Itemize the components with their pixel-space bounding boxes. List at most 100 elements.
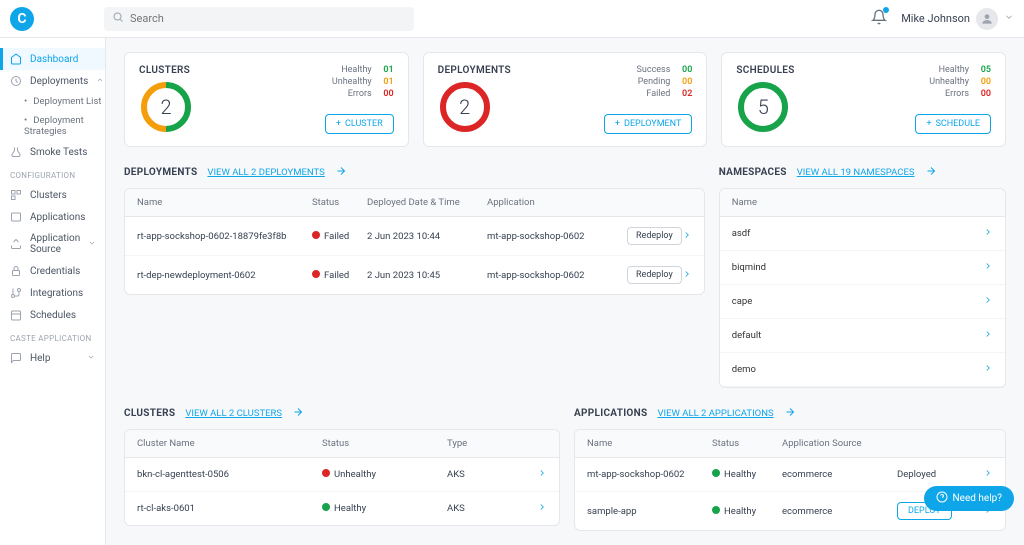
sidebar-item-app-source[interactable]: Application Source: [0, 228, 105, 260]
arrow-right-icon: [925, 165, 937, 180]
chevron-right-icon: [983, 227, 993, 240]
dep-name: rt-dep-newdeployment-0602: [137, 270, 312, 281]
card-title: SCHEDULES: [736, 65, 794, 76]
add-deployment-button[interactable]: +DEPLOYMENT: [604, 114, 692, 134]
sidebar-section-config: CONFIGURATION: [0, 163, 105, 184]
chevron-right-icon: [983, 295, 993, 308]
dep-app: mt-app-sockshop-0602: [487, 231, 627, 242]
plus-icon: +: [926, 119, 931, 129]
view-all-namespaces[interactable]: VIEW ALL 19 NAMESPACES: [797, 167, 915, 178]
apps-icon: [10, 211, 22, 223]
table-row: bkn-cl-agenttest-0506 Unhealthy AKS: [125, 458, 559, 492]
chevron-right-icon: [983, 363, 993, 376]
list-item[interactable]: asdf: [720, 217, 1005, 251]
add-schedule-button[interactable]: +SCHEDULE: [915, 114, 991, 134]
section-title-applications: APPLICATIONS: [574, 408, 647, 419]
sidebar-item-credentials[interactable]: Credentials: [0, 260, 105, 282]
chevron-right-icon: [983, 261, 993, 274]
chevron-right-icon[interactable]: [682, 269, 692, 282]
clusters-table: Cluster Name Status Type bkn-cl-agenttes…: [124, 429, 560, 526]
applications-table: Name Status Application Source mt-app-so…: [574, 429, 1006, 531]
view-all-clusters[interactable]: VIEW ALL 2 CLUSTERS: [185, 408, 282, 419]
arrow-right-icon: [335, 165, 347, 180]
need-help-button[interactable]: Need help?: [924, 486, 1014, 511]
section-title-deployments: DEPLOYMENTS: [124, 167, 197, 178]
sidebar-section-cafe: CASTE APPLICATION: [0, 326, 105, 347]
chevron-up-icon: [96, 76, 104, 87]
card-schedules: SCHEDULES 5 Healthy05 Unhealthy00 Errors…: [721, 52, 1006, 147]
plus-icon: +: [336, 119, 341, 129]
chevron-down-icon: [88, 239, 96, 250]
dep-app: mt-app-sockshop-0602: [487, 270, 627, 281]
user-name: Mike Johnson: [901, 12, 970, 25]
list-item[interactable]: default: [720, 319, 1005, 353]
main-content: CLUSTERS 2 Healthy01 Unhealthy01 Errors0…: [106, 38, 1024, 545]
card-title: DEPLOYMENTS: [438, 65, 511, 76]
sidebar-label: Dashboard: [30, 54, 78, 65]
dep-status: Failed: [312, 270, 367, 281]
sidebar-label: Smoke Tests: [30, 147, 87, 158]
app-status: Healthy: [712, 506, 782, 517]
home-icon: [10, 53, 22, 65]
test-icon: [10, 146, 22, 158]
cluster-status: Unhealthy: [322, 469, 447, 480]
notifications-icon[interactable]: [871, 9, 887, 28]
card-deployments: DEPLOYMENTS 2 Success00 Pending00 Failed…: [423, 52, 708, 147]
sidebar-sub-deployment-strategies[interactable]: •Deployment Strategies: [0, 111, 105, 141]
calendar-icon: [10, 309, 22, 321]
arrow-right-icon: [784, 406, 796, 421]
namespaces-table: Name asdfbiqmindcapedefaultdemo: [719, 188, 1006, 388]
logo: C: [10, 7, 34, 31]
dep-name: rt-app-sockshop-0602-18879fe3f8b: [137, 231, 312, 242]
user-menu[interactable]: Mike Johnson: [901, 8, 1014, 30]
view-all-deployments[interactable]: VIEW ALL 2 DEPLOYMENTS: [207, 167, 324, 178]
chevron-right-icon[interactable]: [983, 468, 993, 481]
source-icon: [10, 238, 22, 250]
section-title-clusters: CLUSTERS: [124, 408, 175, 419]
sidebar: Dashboard Deployments •Deployment List •…: [0, 38, 106, 545]
plus-icon: +: [615, 119, 620, 129]
list-item[interactable]: demo: [720, 353, 1005, 387]
question-icon: [936, 491, 948, 506]
sidebar-item-dashboard[interactable]: Dashboard: [0, 48, 105, 70]
redeploy-button[interactable]: Redeploy: [627, 266, 682, 284]
search-input[interactable]: [130, 12, 406, 25]
ns-name: asdf: [732, 228, 751, 239]
chevron-right-icon[interactable]: [537, 468, 547, 481]
search-wrap[interactable]: [104, 7, 414, 31]
list-item[interactable]: biqmind: [720, 251, 1005, 285]
ns-name: biqmind: [732, 262, 766, 273]
cluster-type: AKS: [447, 469, 537, 480]
sidebar-item-applications[interactable]: Applications: [0, 206, 105, 228]
ns-name: cape: [732, 296, 753, 307]
notification-dot: [883, 7, 889, 13]
chevron-right-icon[interactable]: [537, 502, 547, 515]
sidebar-sub-deployment-list[interactable]: •Deployment List: [0, 92, 105, 111]
card-title: CLUSTERS: [139, 65, 193, 76]
section-title-namespaces: NAMESPACES: [719, 167, 787, 178]
table-row: rt-app-sockshop-0602-18879fe3f8b Failed …: [125, 217, 704, 256]
sidebar-item-integrations[interactable]: Integrations: [0, 282, 105, 304]
donut-deployments: 2: [438, 80, 492, 134]
sidebar-item-help[interactable]: Help: [0, 347, 105, 369]
view-all-applications[interactable]: VIEW ALL 2 APPLICATIONS: [657, 408, 773, 419]
redeploy-button[interactable]: Redeploy: [627, 227, 682, 245]
add-cluster-button[interactable]: +CLUSTER: [325, 114, 394, 134]
sidebar-item-clusters[interactable]: Clusters: [0, 184, 105, 206]
ns-name: demo: [732, 364, 756, 375]
arrow-right-icon: [292, 406, 304, 421]
sidebar-item-deployments[interactable]: Deployments: [0, 70, 105, 92]
app-source: ecommerce: [782, 469, 897, 480]
deployments-table: Name Status Deployed Date & Time Applica…: [124, 188, 705, 295]
topbar: C Mike Johnson: [0, 0, 1024, 38]
lock-icon: [10, 265, 22, 277]
sidebar-label: Deployments: [30, 76, 88, 87]
dep-status: Failed: [312, 231, 367, 242]
deploy-icon: [10, 75, 22, 87]
sidebar-item-smoke-tests[interactable]: Smoke Tests: [0, 141, 105, 163]
sidebar-item-schedules[interactable]: Schedules: [0, 304, 105, 326]
clusters-icon: [10, 189, 22, 201]
list-item[interactable]: cape: [720, 285, 1005, 319]
chevron-right-icon[interactable]: [682, 230, 692, 243]
chevron-down-icon: [1004, 12, 1014, 25]
